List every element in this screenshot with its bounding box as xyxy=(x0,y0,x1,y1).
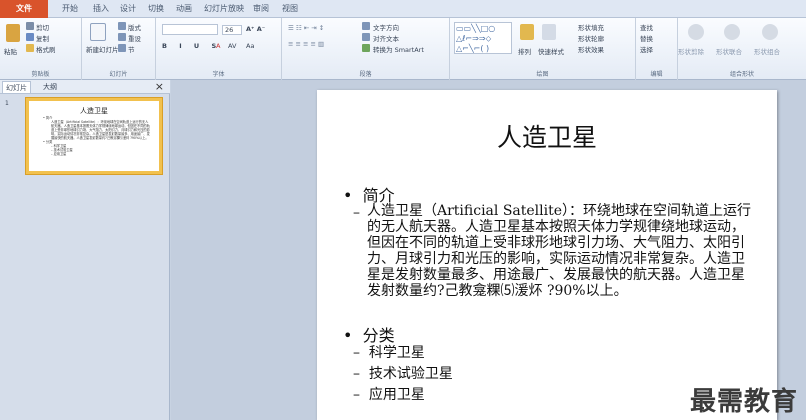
change-case-icon[interactable]: Aa xyxy=(246,42,254,50)
new-slide-icon[interactable] xyxy=(90,23,106,41)
shapes-gallery[interactable]: ▭▭╲╲□○ △ℓ⌐⇒⇒⬦ △⌐╲⌐( ) xyxy=(454,22,512,54)
format-painter-button[interactable]: 格式刷 xyxy=(36,44,56,54)
shape-combine-button[interactable]: 形状组合 xyxy=(754,46,780,56)
cut-button[interactable]: 剪切 xyxy=(36,22,49,32)
copy-button[interactable]: 复制 xyxy=(36,33,49,43)
align-text-button[interactable]: 对齐文本 xyxy=(373,33,399,43)
layout-button[interactable]: 版式 xyxy=(128,22,141,32)
intro-paragraph[interactable]: 人造卫星（Artificial Satellite）：环绕地球在空间轨道上运行的… xyxy=(367,203,752,299)
sub-item-application[interactable]: – 应用卫星 xyxy=(353,387,425,403)
align-icons[interactable]: ≡ ≡ ≡ ≡ ▥ xyxy=(288,40,324,48)
select-button[interactable]: 选择 xyxy=(640,44,653,54)
reset-button[interactable]: 重设 xyxy=(128,33,141,43)
tab-insert[interactable]: 插入 xyxy=(93,0,109,18)
replace-button[interactable]: 替换 xyxy=(640,33,653,43)
tab-home[interactable]: 开始 xyxy=(62,0,78,18)
sub-item-tech-test[interactable]: – 技术试验卫星 xyxy=(353,366,453,382)
arrange-button[interactable]: 排列 xyxy=(518,46,531,56)
dash-icon: – xyxy=(353,205,360,221)
find-button[interactable]: 查找 xyxy=(640,22,653,32)
shape-union-button[interactable]: 形状联合 xyxy=(716,46,742,56)
reset-icon[interactable] xyxy=(118,33,126,41)
quick-styles-icon[interactable] xyxy=(542,24,556,40)
slide-title[interactable]: 人造卫星 xyxy=(317,118,777,154)
sub-item-text: 应用卫星 xyxy=(368,387,425,403)
pane-tabs: 幻灯片 大纲 × xyxy=(0,80,170,94)
sub-item-text: 科学卫星 xyxy=(368,345,425,361)
slides-pane: 幻灯片 大纲 × 1 人造卫星 • 简介 人造卫星（Artificial Sat… xyxy=(0,80,170,420)
tab-view[interactable]: 视图 xyxy=(282,0,298,18)
layout-icon[interactable] xyxy=(118,22,126,30)
slide-thumbnail[interactable]: 人造卫星 • 简介 人造卫星（Artificial Satellite）：环绕地… xyxy=(26,98,162,174)
cut-icon[interactable] xyxy=(26,22,34,30)
drawing-group-label: 绘图 xyxy=(536,71,549,78)
thumb-sub-item-text: 应用卫星 xyxy=(53,152,67,156)
shape-subtract-icon[interactable] xyxy=(688,24,704,40)
quick-styles-button[interactable]: 快速样式 xyxy=(538,46,564,56)
section-icon[interactable] xyxy=(118,44,126,52)
font-format-buttons[interactable]: B I U S xyxy=(162,42,221,50)
tab-slideshow[interactable]: 幻灯片放映 xyxy=(204,0,244,18)
tab-animations[interactable]: 动画 xyxy=(176,0,192,18)
paragraph-group-label: 段落 xyxy=(359,71,372,78)
tab-review[interactable]: 审阅 xyxy=(253,0,269,18)
thumb-sub-item: – 应用卫星 xyxy=(51,152,67,156)
tab-slides-pane[interactable]: 幻灯片 xyxy=(2,81,31,93)
tab-transitions[interactable]: 切换 xyxy=(148,0,164,18)
thumb-title: 人造卫星 xyxy=(80,107,108,115)
tab-outline-pane[interactable]: 大纲 xyxy=(40,81,60,93)
font-group: 26 A⁺ A⁻ B I U S A AV Aa 字体 xyxy=(156,18,282,80)
new-slide-button[interactable]: 新建幻灯片 xyxy=(86,46,120,54)
combine-shapes-group: 形状剪除 形状联合 形状组合 组合形状 xyxy=(678,18,806,80)
paragraph-group: ☰ ☷ ⇤ ⇥ ↕ ≡ ≡ ≡ ≡ ▥ 文字方向 对齐文本 转换为 SmartA… xyxy=(282,18,450,80)
font-group-label: 字体 xyxy=(212,71,225,78)
text-direction-icon[interactable] xyxy=(362,22,370,30)
shape-outline-button[interactable]: 形状轮廓 xyxy=(578,33,604,43)
paste-icon[interactable] xyxy=(6,24,20,42)
slides-group-label: 幻灯片 xyxy=(109,71,128,78)
ribbon: 粘贴 剪切 复制 格式刷 剪贴板 新建幻灯片 版式 重设 节 幻灯片 26 A⁺… xyxy=(0,18,806,80)
slides-group: 新建幻灯片 版式 重设 节 幻灯片 xyxy=(82,18,156,80)
sub-item-science[interactable]: – 科学卫星 xyxy=(353,345,425,361)
font-name-box[interactable] xyxy=(162,24,218,35)
font-color-icon[interactable]: A xyxy=(216,42,220,50)
shape-combine-icon[interactable] xyxy=(762,24,778,40)
slide-canvas: 人造卫星 • 简介 – 人造卫星（Artificial Satellite）：环… xyxy=(171,80,806,420)
close-icon[interactable]: × xyxy=(155,80,164,94)
shape-fill-button[interactable]: 形状填充 xyxy=(578,22,604,32)
shape-effects-button[interactable]: 形状效果 xyxy=(578,44,604,54)
bullet-category-text: 分类 xyxy=(362,326,395,345)
thumb-intro-text: 人造卫星（Artificial Satellite）：环绕地球在空间轨道上运行的… xyxy=(51,120,150,140)
align-text-icon[interactable] xyxy=(362,33,370,41)
text-direction-button[interactable]: 文字方向 xyxy=(373,22,399,32)
smartart-icon[interactable] xyxy=(362,44,370,52)
shape-union-icon[interactable] xyxy=(724,24,740,40)
format-painter-icon[interactable] xyxy=(26,44,34,52)
char-spacing-icon[interactable]: AV xyxy=(228,42,236,50)
sub-item-text: 技术试验卫星 xyxy=(368,366,453,382)
section-button[interactable]: 节 xyxy=(128,44,135,54)
arrange-icon[interactable] xyxy=(520,24,534,40)
copy-icon[interactable] xyxy=(26,33,34,41)
clipboard-group: 粘贴 剪切 复制 格式刷 剪贴板 xyxy=(0,18,82,80)
slide[interactable]: 人造卫星 • 简介 – 人造卫星（Artificial Satellite）：环… xyxy=(317,90,777,420)
paste-button[interactable]: 粘贴 xyxy=(4,46,17,56)
drawing-group: ▭▭╲╲□○ △ℓ⌐⇒⇒⬦ △⌐╲⌐( ) 排列 快速样式 形状填充 形状轮廓 形状… xyxy=(450,18,636,80)
watermark: 最需教育 xyxy=(689,387,798,417)
tab-design[interactable]: 设计 xyxy=(120,0,136,18)
editing-group: 查找 替换 选择 编辑 xyxy=(636,18,678,80)
combine-shapes-group-label: 组合形状 xyxy=(729,71,754,78)
ribbon-tab-strip: 文件 开始 插入 设计 切换 动画 幻灯片放映 审阅 视图 xyxy=(0,0,806,18)
clipboard-group-label: 剪贴板 xyxy=(31,71,50,78)
smartart-button[interactable]: 转换为 SmartArt xyxy=(373,44,424,54)
font-size-box[interactable]: 26 xyxy=(222,25,242,35)
slide-number: 1 xyxy=(5,100,9,107)
tab-file[interactable]: 文件 xyxy=(0,0,48,18)
editing-group-label: 编辑 xyxy=(650,71,663,78)
grow-font-icon[interactable]: A⁺ A⁻ xyxy=(246,25,265,33)
bullet-category[interactable]: • 分类 xyxy=(343,322,395,346)
bullets-icon[interactable]: ☰ ☷ ⇤ ⇥ ↕ xyxy=(288,24,324,32)
shape-subtract-button[interactable]: 形状剪除 xyxy=(678,46,704,56)
